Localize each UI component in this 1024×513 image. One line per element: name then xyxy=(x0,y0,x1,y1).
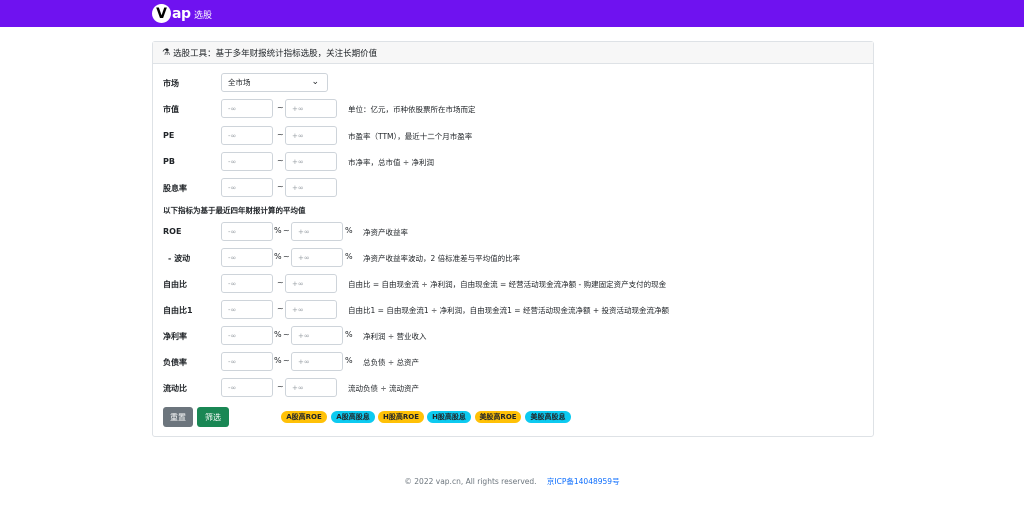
market-select-value: 全市场 xyxy=(228,78,251,87)
filter-row: 自由比 -∞ ~ +∞ 自由比 = 自由现金流 ÷ 净利润，自由现金流 = 经营活动现金… xyxy=(163,274,863,293)
filter-description: 流动负债 ÷ 流动资产 xyxy=(348,384,420,393)
max-input[interactable]: +∞ xyxy=(291,222,343,241)
card-header: ⚗ 选股工具：基于多年财报统计指标选股，关注长期价值 xyxy=(153,42,873,64)
range-separator: ~ xyxy=(277,130,284,139)
percent-unit: % xyxy=(274,252,282,261)
max-input[interactable]: +∞ xyxy=(285,378,337,397)
filter-label: 股息率 xyxy=(163,184,187,193)
filter-description: 市盈率（TTM），最近十二个月市盈率 xyxy=(348,132,473,141)
max-input[interactable]: +∞ xyxy=(285,178,337,197)
preset-badge[interactable]: H股高ROE xyxy=(378,411,424,423)
min-input[interactable]: -∞ xyxy=(221,248,273,267)
footer-copyright: © 2022 vap.cn, All rights reserved. xyxy=(404,477,537,486)
max-input[interactable]: +∞ xyxy=(285,300,337,319)
percent-unit: % xyxy=(345,330,353,339)
filter-row: 流动比 -∞ ~ +∞ 流动负债 ÷ 流动资产 xyxy=(163,378,863,397)
min-input[interactable]: -∞ xyxy=(221,222,273,241)
range-separator: ~ xyxy=(277,304,284,313)
percent-unit: % xyxy=(345,252,353,261)
max-input[interactable]: +∞ xyxy=(285,99,337,118)
max-input[interactable]: +∞ xyxy=(285,152,337,171)
filter-label: 流动比 xyxy=(163,384,187,393)
filter-description: 自由比 = 自由现金流 ÷ 净利润，自由现金流 = 经营活动现金流净额 - 购建… xyxy=(348,280,667,289)
filter-button[interactable]: 筛选 xyxy=(197,407,229,427)
filter-row: 负债率 -∞% ~ +∞% 总负债 ÷ 总资产 xyxy=(163,352,863,371)
chevron-down-icon: ⌄ xyxy=(311,77,319,87)
filter-row: PB -∞ ~ +∞ 市净率，总市值 ÷ 净利润 xyxy=(163,152,863,171)
filter-row: - 波动 -∞% ~ +∞% 净资产收益率波动，2 倍标准差与平均值的比率 xyxy=(163,248,863,267)
range-separator: ~ xyxy=(283,252,290,261)
filter-row: 市值 -∞ ~ +∞ 单位：亿元，币种依股票所在市场而定 xyxy=(163,99,863,118)
footer-icp-link[interactable]: 京ICP备14048959号 xyxy=(547,477,620,486)
filter-row: 自由比1 -∞ ~ +∞ 自由比1 = 自由现金流1 ÷ 净利润，自由现金流1 = 经营… xyxy=(163,300,863,319)
max-input[interactable]: +∞ xyxy=(291,248,343,267)
logo-v-mark: V xyxy=(152,4,171,23)
min-input[interactable]: -∞ xyxy=(221,99,273,118)
filter-label: 负债率 xyxy=(163,358,187,367)
market-label: 市场 xyxy=(163,79,179,88)
market-select[interactable]: 全市场 ⌄ xyxy=(221,73,328,92)
min-input[interactable]: -∞ xyxy=(221,274,273,293)
max-input[interactable]: +∞ xyxy=(291,326,343,345)
min-input[interactable]: -∞ xyxy=(221,152,273,171)
filter-description: 市净率，总市值 ÷ 净利润 xyxy=(348,158,435,167)
max-input[interactable]: +∞ xyxy=(285,126,337,145)
percent-unit: % xyxy=(274,356,282,365)
percent-unit: % xyxy=(274,330,282,339)
top-navbar: V ap 选股 xyxy=(0,0,1024,27)
stock-picker-card: ⚗ 选股工具：基于多年财报统计指标选股，关注长期价值 市场 全市场 ⌄ 市值 -∞… xyxy=(152,41,874,437)
market-row: 市场 全市场 ⌄ xyxy=(163,73,863,92)
range-separator: ~ xyxy=(277,103,284,112)
range-separator: ~ xyxy=(283,356,290,365)
filter-label: PB xyxy=(163,157,175,166)
footer: © 2022 vap.cn, All rights reserved. 京ICP… xyxy=(0,476,1024,487)
card-header-title: 选股工具：基于多年财报统计指标选股，关注长期价值 xyxy=(173,48,378,59)
filter-label: 自由比1 xyxy=(163,306,193,315)
max-input[interactable]: +∞ xyxy=(285,274,337,293)
filter-row: 净利率 -∞% ~ +∞% 净利润 ÷ 营业收入 xyxy=(163,326,863,345)
filter-description: 净利润 ÷ 营业收入 xyxy=(363,332,427,341)
section-title: 以下指标为基于最近四年财报计算的平均值 xyxy=(163,206,306,215)
range-separator: ~ xyxy=(277,278,284,287)
min-input[interactable]: -∞ xyxy=(221,300,273,319)
reset-button[interactable]: 重置 xyxy=(163,407,193,427)
min-input[interactable]: -∞ xyxy=(221,352,273,371)
logo-text: ap xyxy=(172,5,191,22)
flask-icon: ⚗ xyxy=(162,47,171,58)
filter-label: ROE xyxy=(163,227,182,236)
filter-label: - 波动 xyxy=(168,254,191,263)
range-separator: ~ xyxy=(277,182,284,191)
filter-row: 股息率 -∞ ~ +∞ xyxy=(163,178,863,197)
filter-label: PE xyxy=(163,131,175,140)
filter-row: PE -∞ ~ +∞ 市盈率（TTM），最近十二个月市盈率 xyxy=(163,126,863,145)
filter-description: 自由比1 = 自由现金流1 ÷ 净利润，自由现金流1 = 经营活动现金流净额 +… xyxy=(348,306,670,315)
preset-badge[interactable]: 美股高ROE xyxy=(475,411,521,423)
filter-label: 自由比 xyxy=(163,280,187,289)
max-input[interactable]: +∞ xyxy=(291,352,343,371)
min-input[interactable]: -∞ xyxy=(221,126,273,145)
filter-description: 净资产收益率波动，2 倍标准差与平均值的比率 xyxy=(363,254,521,263)
min-input[interactable]: -∞ xyxy=(221,178,273,197)
nav-link-stock-picker[interactable]: 选股 xyxy=(194,8,212,21)
range-separator: ~ xyxy=(283,226,290,235)
percent-unit: % xyxy=(345,356,353,365)
filter-description: 总负债 ÷ 总资产 xyxy=(363,358,420,367)
filter-description: 净资产收益率 xyxy=(363,228,408,237)
preset-badge[interactable]: A股高股息 xyxy=(331,411,375,423)
brand-logo[interactable]: V ap xyxy=(152,4,191,23)
range-separator: ~ xyxy=(277,382,284,391)
range-separator: ~ xyxy=(283,330,290,339)
preset-badge[interactable]: A股高ROE xyxy=(281,411,327,423)
preset-badge[interactable]: H股高股息 xyxy=(427,411,471,423)
range-separator: ~ xyxy=(277,156,284,165)
min-input[interactable]: -∞ xyxy=(221,326,273,345)
filter-description: 单位：亿元，币种依股票所在市场而定 xyxy=(348,105,476,114)
preset-badge[interactable]: 美股高股息 xyxy=(525,411,571,423)
filter-label: 净利率 xyxy=(163,332,187,341)
percent-unit: % xyxy=(345,226,353,235)
filter-row: ROE -∞% ~ +∞% 净资产收益率 xyxy=(163,222,863,241)
min-input[interactable]: -∞ xyxy=(221,378,273,397)
percent-unit: % xyxy=(274,226,282,235)
filter-label: 市值 xyxy=(163,105,179,114)
